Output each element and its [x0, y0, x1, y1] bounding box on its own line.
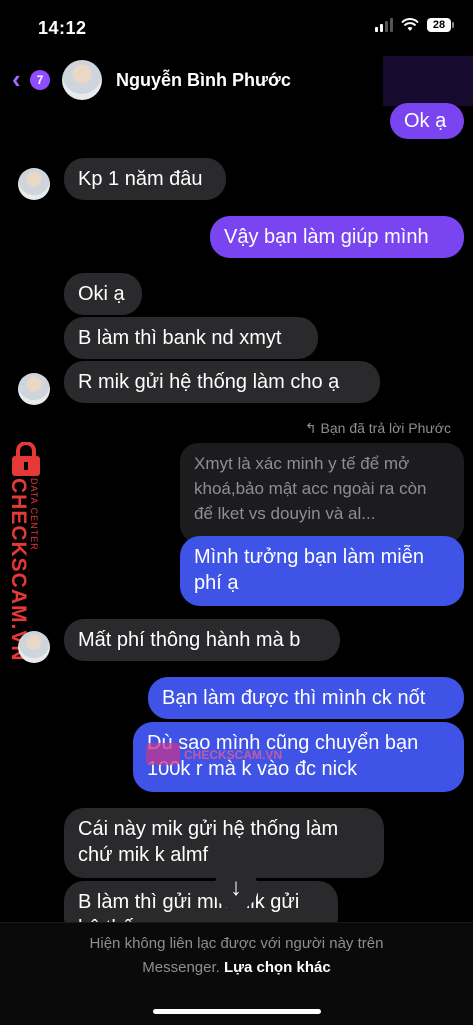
- arrow-down-icon[interactable]: ↓: [214, 866, 258, 910]
- contact-avatar-small: [18, 168, 50, 200]
- status-bar: 14:12 28: [0, 0, 473, 56]
- contact-name[interactable]: Nguyễn Bình Phước: [116, 70, 291, 91]
- wifi-icon: [401, 18, 419, 31]
- other-options-link[interactable]: Lựa chọn khác: [224, 959, 331, 976]
- message-incoming[interactable]: B làm thì bank nd xmyt: [64, 317, 318, 359]
- chevron-left-icon[interactable]: ‹: [12, 66, 21, 92]
- contact-avatar-small: [18, 373, 50, 405]
- message-incoming[interactable]: R mik gửi hệ thống làm cho ạ: [64, 361, 380, 403]
- quoted-message[interactable]: Xmyt là xác minh y tế để mở khoá,bảo mật…: [180, 443, 464, 543]
- battery-indicator: 28: [427, 18, 454, 32]
- message-outgoing[interactable]: Vậy bạn làm giúp mình: [210, 216, 464, 258]
- contact-avatar-small: [18, 631, 50, 663]
- lock-icon: [12, 442, 40, 476]
- unread-count-badge[interactable]: 7: [30, 70, 50, 90]
- watermark-center-logo: [146, 743, 180, 765]
- message-outgoing[interactable]: Dù sao mình cũng chuyển bạn 100k r mà k …: [133, 722, 464, 792]
- message-outgoing[interactable]: Bạn làm được thì mình ck nốt: [148, 677, 464, 719]
- home-indicator[interactable]: [153, 1009, 321, 1014]
- unreachable-notice-line2: Messenger. Lựa chọn khác: [0, 959, 473, 976]
- watermark-center-text: CHECKSCAM.VN: [184, 748, 283, 762]
- message-incoming[interactable]: Mất phí thông hành mà b: [64, 619, 340, 661]
- cellular-signal-icon: [375, 18, 393, 32]
- chat-header: ‹ 7 Nguyễn Bình Phước: [0, 56, 473, 106]
- message-incoming[interactable]: Oki ạ: [64, 273, 142, 315]
- status-time: 14:12: [38, 18, 87, 38]
- message-incoming[interactable]: Kp 1 năm đâu: [64, 158, 226, 200]
- message-incoming[interactable]: Cái này mik gửi hệ thống làm chứ mik k a…: [64, 808, 384, 878]
- status-icons: 28: [375, 18, 454, 32]
- contact-avatar[interactable]: [62, 60, 102, 100]
- watermark-sub: DATA CENTER: [29, 478, 39, 551]
- reply-arrow-icon: ↰: [304, 420, 321, 436]
- message-outgoing[interactable]: Ok ạ: [390, 103, 464, 139]
- unreachable-notice: Hiện không liên lạc được với người này t…: [89, 935, 384, 952]
- watermark-checkscam: CHECKSCAM.VN DATA CENTER: [0, 440, 54, 662]
- reply-indicator: ↰ Bạn đã trả lời Phước: [305, 420, 451, 437]
- message-outgoing[interactable]: Mình tưởng bạn làm miễn phí ạ: [180, 536, 464, 606]
- reply-label-text: Bạn đã trả lời Phước: [320, 420, 451, 436]
- messenger-label: Messenger.: [142, 959, 220, 976]
